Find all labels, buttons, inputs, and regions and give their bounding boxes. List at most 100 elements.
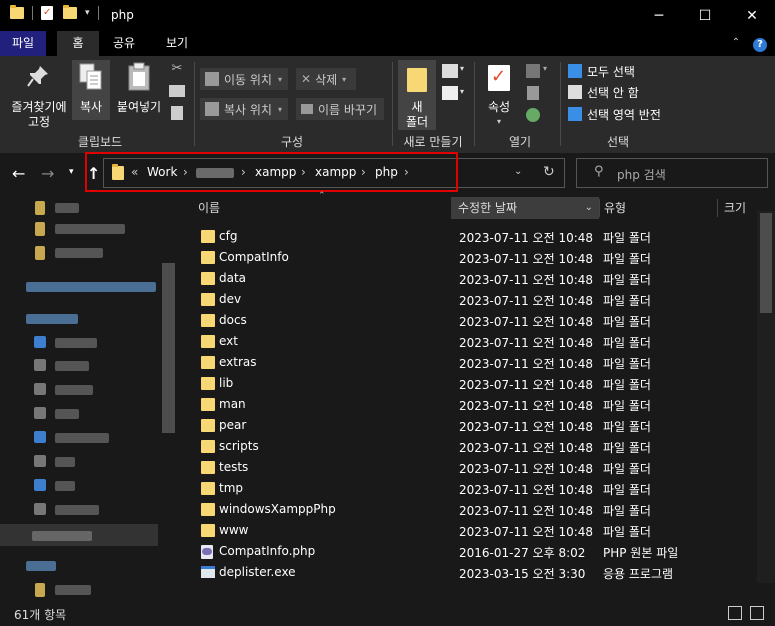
file-row[interactable]: man 2023-07-11 오전 10:48 파일 폴더: [196, 394, 756, 415]
copy-path-icon[interactable]: [169, 85, 185, 97]
file-row[interactable]: extras 2023-07-11 오전 10:48 파일 폴더: [196, 352, 756, 373]
sidebar-item-redacted[interactable]: [55, 248, 103, 258]
customize-toolbar-icon[interactable]: ▾: [85, 8, 90, 18]
help-icon[interactable]: ?: [750, 31, 770, 56]
delete-button[interactable]: ✕ 삭제 ▾: [296, 68, 356, 90]
file-row[interactable]: tmp 2023-07-11 오전 10:48 파일 폴더: [196, 478, 756, 499]
move-to-button[interactable]: 이동 위치 ▾: [200, 68, 288, 90]
search-box[interactable]: ⚲ php 검색: [576, 158, 768, 188]
sidebar-item-redacted[interactable]: [55, 457, 75, 467]
file-row[interactable]: windowsXamppPhp 2023-07-11 오전 10:48 파일 폴더: [196, 499, 756, 520]
paste-shortcut-icon[interactable]: [171, 106, 183, 120]
sidebar-item-redacted[interactable]: [26, 561, 56, 571]
new-folder-button[interactable]: 새 폴더: [398, 60, 436, 130]
close-button[interactable]: ✕: [729, 0, 775, 31]
column-header-size[interactable]: 크기: [724, 197, 746, 219]
sidebar-item-redacted[interactable]: [55, 585, 91, 595]
minimize-button[interactable]: ─: [636, 0, 682, 31]
history-icon[interactable]: [526, 108, 540, 122]
rename-button[interactable]: 이름 바꾸기: [296, 98, 384, 120]
invert-selection-button[interactable]: 선택 영역 반전: [568, 103, 661, 125]
search-input[interactable]: php 검색: [617, 166, 666, 183]
copy-to-icon: [205, 102, 219, 116]
tab-view[interactable]: 보기: [157, 31, 197, 56]
copy-label: 복사: [79, 100, 103, 114]
dropdown-arrow-icon: ▾: [342, 74, 347, 84]
tab-home[interactable]: 홈: [57, 31, 99, 56]
file-row[interactable]: dev 2023-07-11 오전 10:48 파일 폴더: [196, 289, 756, 310]
new-item-icon[interactable]: [442, 64, 458, 78]
sidebar-item-redacted[interactable]: [55, 338, 97, 348]
open-icon[interactable]: [526, 64, 540, 78]
file-name: tests: [219, 460, 249, 474]
pin-button[interactable]: 즐겨찾기에 고정: [4, 60, 68, 130]
properties-button[interactable]: ✓ 속성 ▾: [480, 60, 518, 130]
file-date: 2023-07-11 오전 10:48: [459, 315, 594, 329]
paste-label: 붙여넣기: [116, 100, 162, 114]
copy-to-button[interactable]: 복사 위치 ▾: [200, 98, 288, 120]
file-date: 2023-07-11 오전 10:48: [459, 399, 594, 413]
file-row[interactable]: lib 2023-07-11 오전 10:48 파일 폴더: [196, 373, 756, 394]
filter-dropdown-icon[interactable]: ⌄: [585, 197, 593, 219]
recent-locations-icon[interactable]: ▾: [69, 167, 74, 177]
file-row[interactable]: CompatInfo 2023-07-11 오전 10:48 파일 폴더: [196, 247, 756, 268]
sidebar-item-redacted[interactable]: [55, 433, 109, 443]
sidebar-item-redacted[interactable]: [26, 282, 156, 292]
file-row[interactable]: scripts 2023-07-11 오전 10:48 파일 폴더: [196, 436, 756, 457]
copy-button[interactable]: 복사: [72, 60, 110, 120]
file-row[interactable]: deplister.exe 2023-03-15 오전 3:30 응용 프로그램: [196, 562, 756, 583]
easy-access-icon[interactable]: [442, 86, 458, 100]
address-history-dropdown-icon[interactable]: ⌄: [514, 166, 522, 177]
column-header-modified[interactable]: 수정한 날짜 ⌄: [451, 197, 599, 219]
column-header-name[interactable]: 이름: [198, 197, 220, 219]
sidebar-item-redacted[interactable]: [55, 505, 99, 515]
easy-access-dropdown-icon[interactable]: ▾: [460, 87, 464, 96]
properties-check-icon[interactable]: ✓: [41, 6, 53, 20]
content-scrollbar[interactable]: [757, 211, 775, 583]
new-item-dropdown-icon[interactable]: ▾: [460, 64, 464, 73]
sidebar-item-redacted[interactable]: [55, 409, 79, 419]
group-separator: [392, 62, 393, 146]
large-icons-view-icon[interactable]: [750, 606, 764, 620]
cut-icon[interactable]: ✂: [168, 61, 186, 79]
file-type: 파일 폴더: [603, 357, 651, 371]
forward-arrow-icon[interactable]: →: [41, 164, 54, 183]
sidebar-item-redacted[interactable]: [55, 361, 89, 371]
sidebar-item-redacted[interactable]: [55, 224, 125, 234]
paste-button[interactable]: 붙여넣기: [114, 60, 164, 120]
open-dropdown-icon[interactable]: ▾: [543, 64, 547, 73]
file-type: 응용 프로그램: [603, 567, 674, 581]
sidebar-item-redacted[interactable]: [55, 385, 93, 395]
properties-icon: ✓: [488, 65, 510, 91]
tab-share[interactable]: 공유: [104, 31, 144, 56]
new-folder-icon[interactable]: [63, 5, 77, 19]
refresh-icon[interactable]: ↻: [543, 164, 555, 180]
tab-file[interactable]: 파일: [0, 31, 46, 56]
file-row[interactable]: pear 2023-07-11 오전 10:48 파일 폴더: [196, 415, 756, 436]
scrollbar-thumb[interactable]: [760, 213, 772, 313]
sidebar-item-redacted[interactable]: [55, 203, 79, 213]
sidebar-item-redacted[interactable]: [55, 481, 75, 491]
file-row[interactable]: cfg 2023-07-11 오전 10:48 파일 폴더: [196, 226, 756, 247]
file-name: tmp: [219, 481, 244, 495]
select-none-button[interactable]: 선택 안 함: [568, 81, 639, 103]
sidebar-item-icon: [35, 583, 45, 597]
edit-icon[interactable]: [527, 86, 539, 100]
file-row[interactable]: ext 2023-07-11 오전 10:48 파일 폴더: [196, 331, 756, 352]
details-view-icon[interactable]: [728, 606, 742, 620]
select-all-button[interactable]: 모두 선택: [568, 60, 635, 82]
file-row[interactable]: docs 2023-07-11 오전 10:48 파일 폴더: [196, 310, 756, 331]
column-header-type[interactable]: 유형: [604, 197, 626, 219]
file-row[interactable]: data 2023-07-11 오전 10:48 파일 폴더: [196, 268, 756, 289]
sidebar-item-redacted[interactable]: [32, 531, 92, 541]
folder-icon: [201, 398, 215, 411]
file-row[interactable]: tests 2023-07-11 오전 10:48 파일 폴더: [196, 457, 756, 478]
back-arrow-icon[interactable]: ←: [12, 164, 25, 183]
file-row[interactable]: CompatInfo.php 2016-01-27 오후 8:02 PHP 원본 파…: [196, 541, 756, 562]
file-row[interactable]: www 2023-07-11 오전 10:48 파일 폴더: [196, 520, 756, 541]
sidebar-item-redacted[interactable]: [26, 314, 78, 324]
minimize-ribbon-icon[interactable]: ⌃: [726, 31, 746, 56]
maximize-button[interactable]: ☐: [682, 0, 728, 31]
sidebar-scrollbar[interactable]: [162, 263, 175, 433]
select-group-label: 선택: [606, 135, 630, 149]
